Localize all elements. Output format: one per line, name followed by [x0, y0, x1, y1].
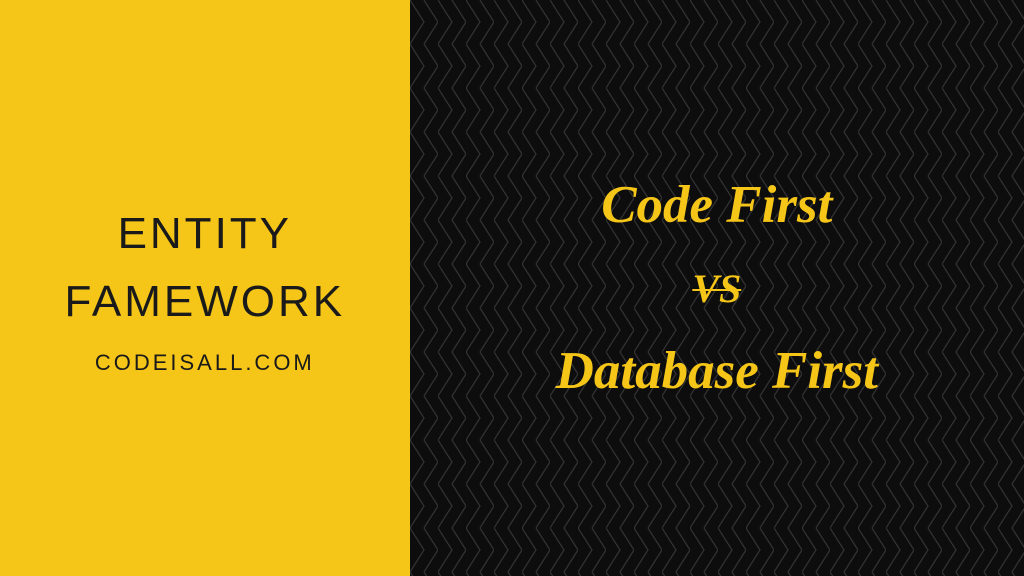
left-panel: ENTITY FAMEWORK CODEISALL.COM [0, 0, 410, 576]
code-first-heading: Code First [601, 176, 832, 234]
right-panel: Code First VS Database First [410, 0, 1024, 576]
database-first-heading: Database First [556, 342, 878, 400]
vs-text: VS [692, 265, 741, 312]
site-name: CODEISALL.COM [95, 350, 315, 376]
framework-title: ENTITY FAMEWORK [64, 200, 345, 336]
